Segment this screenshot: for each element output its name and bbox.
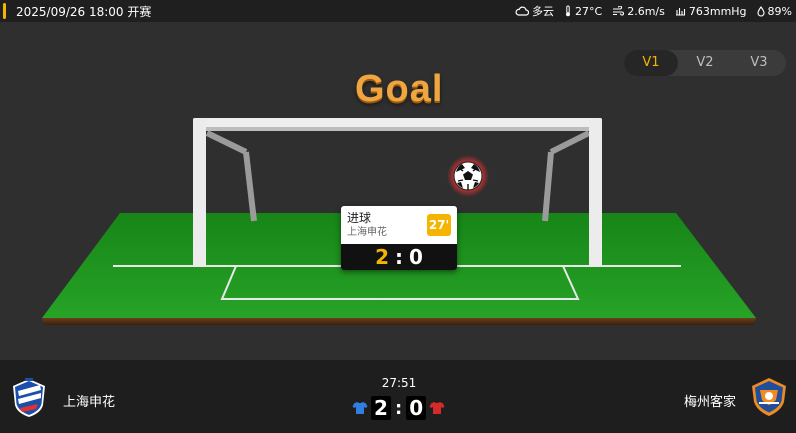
away-kit-icon (429, 402, 445, 414)
event-score: 2:0 (341, 244, 457, 270)
event-away-score: 0 (409, 245, 423, 269)
home-team-name: 上海申花 (63, 395, 116, 410)
score-separator: : (395, 397, 403, 419)
home-kit-icon (352, 402, 368, 414)
goal-right-back-bar (549, 130, 591, 155)
goal-left-post (193, 118, 206, 267)
goal-left-back-bar (205, 130, 248, 155)
pitch-soil (42, 318, 756, 325)
away-team-name: 梅州客家 (683, 395, 736, 410)
away-score: 0 (406, 396, 427, 420)
match-clock: 27:51 (381, 376, 417, 390)
away-team-logo (752, 378, 786, 416)
goal-left-back-post (243, 151, 257, 222)
goal-right-post (589, 118, 602, 267)
tab-v2[interactable]: V2 (678, 50, 732, 76)
goal-right-back-post (542, 151, 554, 222)
goal-event-card: 进球 上海申花 27' 2:0 (341, 206, 457, 270)
home-score: 2 (371, 396, 391, 420)
event-score-separator: : (395, 245, 403, 269)
event-home-score: 2 (375, 245, 389, 269)
scoreboard-bar: 上海申花 27:51 2 : 0 梅州客家 (0, 360, 796, 433)
view-tabs: V1 V2 V3 (624, 50, 786, 76)
event-minute-badge: 27' (427, 214, 451, 236)
home-team-logo (13, 378, 45, 417)
goal-title: Goal (355, 68, 444, 110)
football-icon (453, 161, 483, 191)
event-card-header: 进球 上海申花 27' (341, 206, 457, 244)
match-score: 2 : 0 (352, 396, 445, 420)
tab-v1[interactable]: V1 (624, 50, 678, 76)
goal-crossbar-shade (195, 127, 600, 131)
tab-v3[interactable]: V3 (732, 50, 786, 76)
